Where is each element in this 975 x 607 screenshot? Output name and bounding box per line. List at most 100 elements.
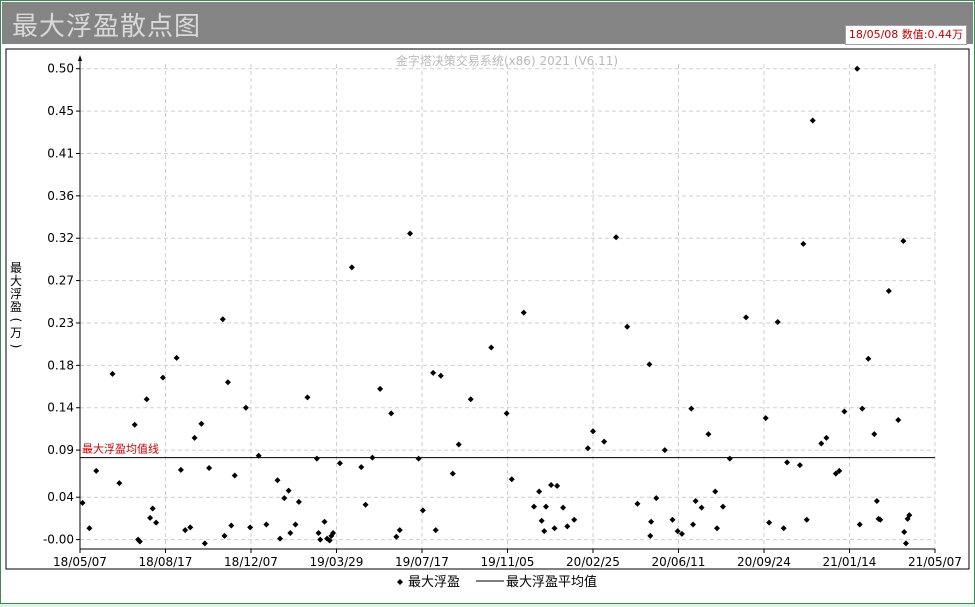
scatter-chart[interactable]: 金字塔决策交易系统(x86) 2021 (V6.11)0.500.450.410… (2, 47, 973, 603)
y-tick-label: 0.27 (47, 274, 74, 288)
data-point (321, 518, 328, 525)
y-axis-label-char: 浮 (10, 287, 22, 301)
data-point (900, 238, 907, 245)
data-point (437, 372, 444, 379)
data-point (177, 466, 184, 473)
y-tick-label: 0.04 (47, 490, 74, 504)
data-point (800, 240, 807, 247)
data-point (601, 438, 608, 445)
y-axis-label-char: 万 (10, 326, 22, 340)
data-point (634, 500, 641, 507)
y-tick-label: 0.41 (47, 146, 74, 160)
data-point (560, 504, 567, 511)
title-bar: 最大浮盈散点图 18/05/08 数值:0.44万 (2, 2, 973, 45)
data-point (281, 495, 288, 502)
data-point (93, 467, 100, 474)
data-point (856, 521, 863, 528)
data-point (274, 477, 281, 484)
data-point (317, 536, 324, 543)
data-point (419, 507, 426, 514)
x-tick-label: 18/05/07 (53, 555, 107, 569)
data-point (726, 455, 733, 462)
y-axis-label-char: ) (9, 344, 23, 349)
data-point (201, 540, 208, 547)
data-point (432, 527, 439, 534)
data-point (774, 319, 781, 326)
data-point (263, 521, 270, 528)
data-point (571, 516, 578, 523)
x-tick-label: 21/01/14 (823, 555, 877, 569)
data-point (624, 323, 631, 330)
y-axis-arrow (78, 55, 82, 61)
data-point (895, 416, 902, 423)
y-tick-label: 0.23 (47, 316, 74, 330)
data-point (541, 528, 548, 535)
data-point (348, 264, 355, 271)
data-point (219, 316, 226, 323)
data-point (520, 309, 527, 316)
data-point (551, 525, 558, 532)
data-point (613, 234, 620, 241)
data-point (692, 497, 699, 504)
data-point (285, 487, 292, 494)
average-line-label: 最大浮盈均值线 (82, 442, 159, 456)
data-point (393, 533, 400, 540)
y-tick-label: 0.45 (47, 104, 74, 118)
y-axis-label-char: ( (9, 318, 23, 323)
data-point (467, 396, 474, 403)
data-point (688, 405, 695, 412)
data-point (712, 488, 719, 495)
data-point (304, 394, 311, 401)
data-point (508, 476, 515, 483)
data-point (86, 525, 93, 532)
x-tick-label: 20/06/11 (652, 555, 706, 569)
legend-label-average: 最大浮盈平均值 (506, 574, 597, 590)
data-point (336, 460, 343, 467)
y-axis-label-char: 最 (10, 261, 22, 275)
data-point (713, 525, 720, 532)
data-point (287, 529, 294, 536)
data-point (503, 410, 510, 417)
x-tick-label: 18/12/07 (224, 555, 278, 569)
data-point (548, 481, 555, 488)
chart-window: 最大浮盈散点图 18/05/08 数值:0.44万 金字塔决策交易系统(x86)… (0, 0, 975, 604)
data-point (780, 525, 787, 532)
readout-date: 18/05/08 (848, 28, 899, 41)
y-tick-label: 0.36 (47, 189, 74, 203)
data-point (362, 501, 369, 508)
data-point (198, 420, 205, 427)
data-point (182, 527, 189, 534)
data-point (430, 369, 437, 376)
data-point (313, 455, 320, 462)
data-point (277, 535, 284, 542)
legend-marker-diamond (397, 579, 403, 585)
x-tick-label: 19/07/17 (395, 555, 449, 569)
window-title: 最大浮盈散点图 (12, 12, 202, 42)
data-point (488, 344, 495, 351)
plot-container[interactable]: 金字塔决策交易系统(x86) 2021 (V6.11) 0.50 0.45 0.41 0… (2, 47, 973, 603)
data-point (901, 529, 908, 536)
data-point (407, 230, 414, 237)
data-point (809, 117, 816, 124)
data-point (647, 532, 654, 539)
data-point (228, 522, 235, 529)
data-point (531, 503, 538, 510)
x-tick-label: 18/08/17 (139, 555, 193, 569)
data-point (743, 314, 750, 321)
data-point (116, 480, 123, 487)
data-point (669, 516, 676, 523)
data-point (653, 495, 660, 502)
y-tick-label: 0.14 (47, 401, 74, 415)
data-point (396, 527, 403, 534)
data-point (854, 65, 861, 72)
data-point (871, 431, 878, 438)
data-point (542, 503, 549, 510)
data-point (902, 540, 909, 547)
data-point (784, 459, 791, 466)
data-point (292, 521, 299, 528)
data-point (538, 517, 545, 524)
legend-label-points: 最大浮盈 (408, 575, 460, 590)
data-point (455, 441, 462, 448)
data-point (224, 379, 231, 386)
data-point (415, 455, 422, 462)
